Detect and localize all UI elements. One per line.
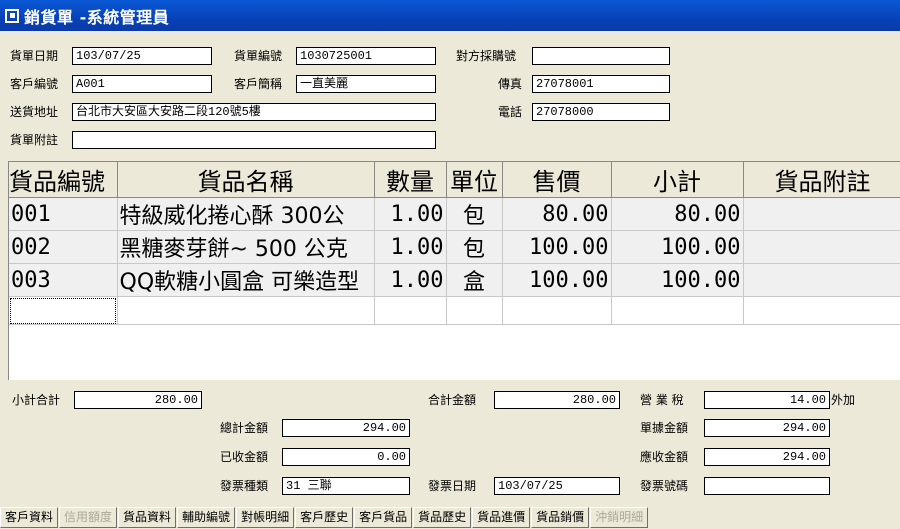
cell-price[interactable]: 80.00	[502, 197, 612, 231]
cell-qty[interactable]: 1.00	[374, 230, 447, 264]
subtotal-sum-label: 小計合計	[12, 393, 61, 407]
date-label: 貨單日期	[10, 49, 59, 63]
customer-id-field[interactable]: A001	[72, 75, 212, 93]
column-header-code[interactable]: 貨品編號	[9, 162, 118, 198]
table-row[interactable]: 002 黑糖麥芽餅~ 500 公克 1.00 包 100.00 100.00	[9, 230, 900, 264]
cell-code-new[interactable]	[9, 296, 118, 325]
phone-label: 電話	[498, 105, 523, 119]
po-field[interactable]	[532, 47, 670, 65]
cell-qty-new[interactable]	[374, 296, 447, 325]
cell-note[interactable]	[743, 263, 900, 297]
window-title: 銷貨單 -系統管理員	[24, 7, 170, 27]
grand-total-label: 總計金額	[220, 421, 269, 435]
received-field[interactable]: 0.00	[282, 448, 410, 466]
total-amount-label: 合計金額	[428, 393, 477, 407]
column-header-note[interactable]: 貨品附註	[743, 162, 900, 198]
invoice-no-field[interactable]	[704, 477, 830, 495]
invoice-no-label: 發票號碼	[640, 479, 689, 493]
cell-unit-new[interactable]	[446, 296, 503, 325]
cell-unit[interactable]: 盒	[446, 263, 503, 297]
cell-qty[interactable]: 1.00	[374, 197, 447, 231]
cell-qty[interactable]: 1.00	[374, 263, 447, 297]
receivable-field[interactable]: 294.00	[704, 448, 830, 466]
aux-code-button[interactable]: 輔助編號	[177, 507, 236, 528]
address-field[interactable]: 台北市大安區大安路二段120號5樓	[72, 103, 436, 121]
invoice-type-field[interactable]: 31 三聯	[282, 477, 410, 495]
phone-field[interactable]: 27078000	[532, 103, 670, 121]
tax-label: 營 業 稅	[640, 393, 684, 407]
fax-field[interactable]: 27078001	[532, 75, 670, 93]
cell-note[interactable]	[743, 230, 900, 264]
offset-detail-button[interactable]: 沖銷明細	[590, 507, 649, 528]
product-cost-button[interactable]: 貨品進價	[472, 507, 531, 528]
customer-name-label: 客戶簡稱	[234, 77, 283, 91]
credit-limit-button[interactable]: 信用額度	[59, 507, 118, 528]
invoice-date-field[interactable]: 103/07/25	[494, 477, 620, 495]
cell-subtotal[interactable]: 80.00	[611, 197, 744, 231]
items-grid[interactable]: 貨品編號 貨品名稱 數量 單位 售價 小計 貨品附註 001 特級威化捲心酥 3…	[8, 161, 900, 380]
column-header-subtotal[interactable]: 小計	[611, 162, 744, 198]
cell-price[interactable]: 100.00	[502, 263, 612, 297]
product-history-button[interactable]: 貨品歷史	[413, 507, 472, 528]
cell-unit[interactable]: 包	[446, 197, 503, 231]
cell-name[interactable]: 黑糖麥芽餅~ 500 公克	[117, 230, 375, 264]
cell-subtotal-new[interactable]	[611, 296, 744, 325]
tax-suffix: 外加	[831, 393, 856, 407]
note-field[interactable]	[72, 131, 436, 149]
date-field[interactable]: 103/07/25	[72, 47, 212, 65]
doc-amount-label: 單據金額	[640, 421, 689, 435]
fax-label: 傳真	[498, 77, 523, 91]
cell-note[interactable]	[743, 197, 900, 231]
new-row[interactable]	[9, 296, 900, 325]
cell-price-new[interactable]	[502, 296, 612, 325]
po-label: 對方採購號	[456, 49, 517, 63]
grid-header-row: 貨品編號 貨品名稱 數量 單位 售價 小計 貨品附註	[9, 162, 900, 198]
total-amount-field[interactable]: 280.00	[494, 391, 620, 409]
receivable-label: 應收金額	[640, 450, 689, 464]
table-row[interactable]: 001 特級威化捲心酥 300公 1.00 包 80.00 80.00	[9, 197, 900, 231]
column-header-price[interactable]: 售價	[502, 162, 612, 198]
column-header-name[interactable]: 貨品名稱	[117, 162, 375, 198]
customer-id-label: 客戶編號	[10, 77, 59, 91]
cell-name-new[interactable]	[117, 296, 375, 325]
number-label: 貨單編號	[234, 49, 283, 63]
window-icon[interactable]	[5, 8, 19, 23]
cell-name[interactable]: QQ軟糖小圓盒 可樂造型	[117, 263, 375, 297]
title-bar: 銷貨單 -系統管理員	[0, 0, 900, 31]
note-label: 貨單附註	[10, 133, 59, 147]
product-sale-price-button[interactable]: 貨品銷價	[531, 507, 590, 528]
customer-data-button[interactable]: 客戶資料	[0, 507, 59, 528]
invoice-type-label: 發票種類	[220, 479, 269, 493]
cell-code[interactable]: 002	[9, 230, 118, 264]
column-header-unit[interactable]: 單位	[446, 162, 503, 198]
address-label: 送貨地址	[10, 105, 59, 119]
customer-products-button[interactable]: 客戶貨品	[354, 507, 413, 528]
cell-name[interactable]: 特級威化捲心酥 300公	[117, 197, 375, 231]
cell-code[interactable]: 001	[9, 197, 118, 231]
column-header-qty[interactable]: 數量	[374, 162, 447, 198]
product-data-button[interactable]: 貨品資料	[118, 507, 177, 528]
cell-subtotal[interactable]: 100.00	[611, 230, 744, 264]
number-field[interactable]: 1030725001	[296, 47, 436, 65]
cell-subtotal[interactable]: 100.00	[611, 263, 744, 297]
customer-name-field[interactable]: 一直美麗	[296, 75, 436, 93]
table-row[interactable]: 003 QQ軟糖小圓盒 可樂造型 1.00 盒 100.00 100.00	[9, 263, 900, 297]
subtotal-sum-field[interactable]: 280.00	[74, 391, 202, 409]
statement-detail-button[interactable]: 對帳明細	[236, 507, 295, 528]
invoice-date-label: 發票日期	[428, 479, 477, 493]
button-bar: 客戶資料 信用額度 貨品資料 輔助編號 對帳明細 客戶歷史 客戶貨品 貨品歷史 …	[0, 507, 900, 529]
grand-total-field[interactable]: 294.00	[282, 419, 410, 437]
cell-code[interactable]: 003	[9, 263, 118, 297]
customer-history-button[interactable]: 客戶歷史	[295, 507, 354, 528]
received-label: 已收金額	[220, 450, 269, 464]
cell-unit[interactable]: 包	[446, 230, 503, 264]
cell-note-new[interactable]	[743, 296, 900, 325]
doc-amount-field[interactable]: 294.00	[704, 419, 830, 437]
cell-price[interactable]: 100.00	[502, 230, 612, 264]
tax-field[interactable]: 14.00	[704, 391, 830, 409]
